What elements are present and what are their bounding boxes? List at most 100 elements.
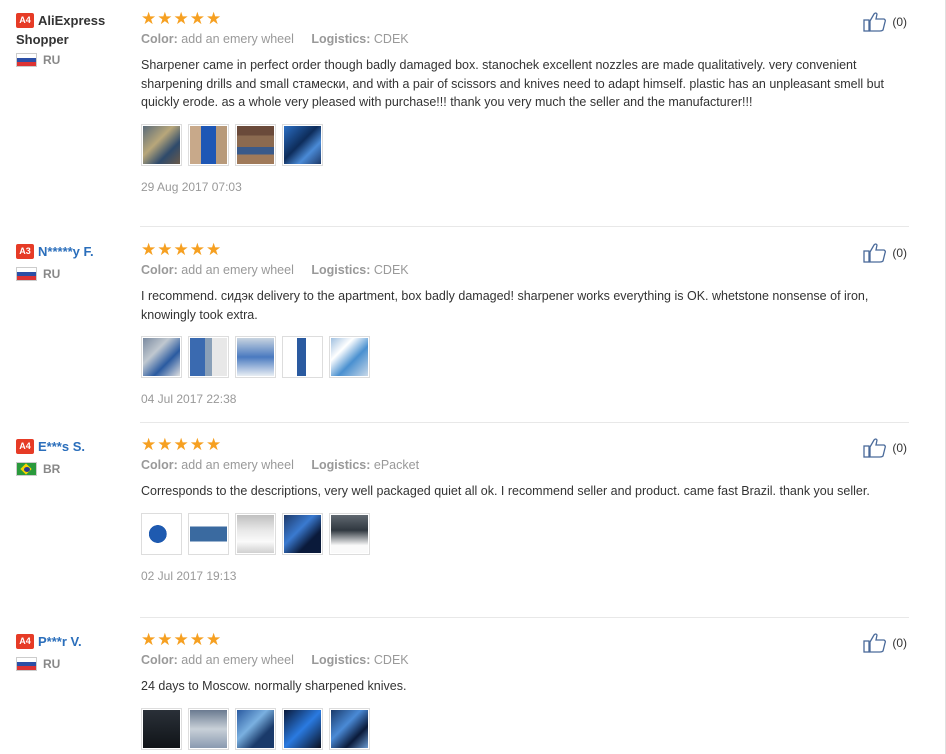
star-icon: ★ [173, 9, 189, 28]
star-icon: ★ [141, 435, 157, 454]
helpful-vote[interactable]: (0) [863, 11, 907, 33]
color-label: Color: [141, 263, 178, 277]
review-divider [140, 226, 909, 227]
star-rating: ★ ★ ★ ★ ★ [141, 241, 891, 259]
review-photo-thumbnail[interactable] [141, 707, 182, 750]
helpful-count: (0) [892, 441, 907, 455]
reviewer-name[interactable]: N*****y F. [38, 244, 94, 259]
star-rating: ★ ★ ★ ★ ★ [141, 10, 891, 28]
review-photo-thumbnail[interactable] [329, 336, 370, 378]
review-photo-thumbnail[interactable] [141, 512, 182, 555]
star-icon: ★ [141, 630, 157, 649]
star-icon: ★ [206, 630, 222, 649]
ru-flag-icon [16, 657, 37, 671]
buyer-level-badge: A3 [16, 244, 34, 259]
color-value: add an emery wheel [181, 653, 294, 667]
review-photo-thumbnail[interactable] [282, 512, 323, 555]
review-date: 29 Aug 2017 07:03 [141, 179, 242, 194]
helpful-count: (0) [892, 246, 907, 260]
color-label: Color: [141, 32, 178, 46]
star-icon: ★ [173, 240, 189, 259]
buyer-level-badge: A4 [16, 13, 34, 28]
thumbs-up-icon[interactable] [863, 11, 887, 33]
reviewer-info: A4 E***s S. BR [16, 437, 136, 476]
star-icon: ★ [189, 630, 205, 649]
thumbs-up-icon[interactable] [863, 437, 887, 459]
order-info: Color: add an emery wheel Logistics: ePa… [141, 458, 891, 476]
review-photo-thumbnail[interactable] [188, 336, 229, 378]
reviewer-info: A4 P***r V. RU [16, 632, 136, 671]
review-photo-thumbnail[interactable] [188, 123, 229, 166]
review-divider [140, 617, 909, 618]
review-text: Sharpener came in perfect order though b… [141, 58, 884, 109]
helpful-vote[interactable]: (0) [863, 437, 907, 459]
review-photo-thumbnail[interactable] [235, 123, 276, 166]
review-text: I recommend. сидэк delivery to the apart… [141, 289, 869, 322]
helpful-vote[interactable]: (0) [863, 632, 907, 654]
reviewer-country: RU [16, 657, 136, 671]
logistics-value: CDEK [373, 263, 409, 277]
helpful-count: (0) [892, 636, 907, 650]
country-code: BR [43, 462, 61, 476]
star-icon: ★ [189, 9, 205, 28]
review-content: ★ ★ ★ ★ ★ Color: add an emery wheel Logistic… [141, 241, 891, 406]
review-photo-thumbnail[interactable] [188, 707, 229, 750]
review-photo-thumbnail[interactable] [141, 336, 182, 378]
star-icon: ★ [173, 435, 189, 454]
helpful-vote[interactable]: (0) [863, 242, 907, 264]
review-photo-thumbnail[interactable] [329, 512, 370, 555]
logistics-value: ePacket [373, 458, 420, 472]
color-value: add an emery wheel [181, 263, 294, 277]
helpful-count: (0) [892, 15, 907, 29]
review-photo-thumbnail[interactable] [141, 123, 182, 166]
reviewer-info: A3 N*****y F. RU [16, 242, 136, 281]
star-icon: ★ [157, 435, 173, 454]
review-photo-thumbnail[interactable] [235, 336, 276, 378]
review-date: 04 Jul 2017 22:38 [141, 392, 237, 406]
order-info: Color: add an emery wheel Logistics: CDE… [141, 653, 891, 671]
reviewer-info: A4 AliExpress Shopper RU [16, 11, 136, 67]
thumbs-up-icon[interactable] [863, 242, 887, 264]
buyer-level-badge: A4 [16, 634, 34, 649]
review-item: A4 P***r V. RU ★ ★ ★ ★ ★ Color: add an emery … [0, 629, 946, 754]
reviewer-country: RU [16, 267, 136, 281]
star-icon: ★ [157, 9, 173, 28]
ru-flag-icon [16, 53, 37, 67]
review-photos [141, 512, 891, 555]
review-photo-thumbnail[interactable] [282, 123, 323, 166]
logistics-label: Logistics: [311, 653, 371, 667]
star-icon: ★ [206, 435, 222, 454]
review-photo-thumbnail[interactable] [282, 707, 323, 750]
review-photo-thumbnail[interactable] [282, 336, 323, 378]
color-label: Color: [141, 653, 178, 667]
review-photos [141, 123, 891, 166]
review-photo-thumbnail[interactable] [235, 512, 276, 555]
logistics-label: Logistics: [311, 263, 371, 277]
review-text: Corresponds to the descriptions, very we… [141, 484, 870, 498]
thumbs-up-icon[interactable] [863, 632, 887, 654]
star-icon: ★ [189, 435, 205, 454]
review-photos [141, 707, 891, 750]
review-text: 24 days to Moscow. normally sharpened kn… [141, 679, 407, 693]
order-info: Color: add an emery wheel Logistics: CDE… [141, 32, 891, 50]
review-photo-thumbnail[interactable] [188, 512, 229, 555]
star-icon: ★ [157, 630, 173, 649]
review-photos [141, 336, 891, 378]
order-info: Color: add an emery wheel Logistics: CDE… [141, 263, 891, 281]
country-code: RU [43, 53, 61, 67]
review-item: A3 N*****y F. RU ★ ★ ★ ★ ★ Color: add an emer… [0, 239, 946, 423]
review-photo-thumbnail[interactable] [329, 707, 370, 750]
color-value: add an emery wheel [181, 32, 294, 46]
logistics-value: CDEK [373, 32, 409, 46]
country-code: RU [43, 657, 61, 671]
reviewer-name[interactable]: E***s S. [38, 439, 85, 454]
star-icon: ★ [206, 9, 222, 28]
review-item: A4 E***s S. BR ★ ★ ★ ★ ★ Color: add an emery … [0, 434, 946, 618]
star-icon: ★ [173, 630, 189, 649]
review-photo-thumbnail[interactable] [235, 707, 276, 750]
logistics-label: Logistics: [311, 458, 371, 472]
reviewer-name[interactable]: P***r V. [38, 634, 82, 649]
star-icon: ★ [206, 240, 222, 259]
br-flag-icon [16, 462, 37, 476]
review-content: ★ ★ ★ ★ ★ Color: add an emery wheel Logistic… [141, 631, 891, 750]
